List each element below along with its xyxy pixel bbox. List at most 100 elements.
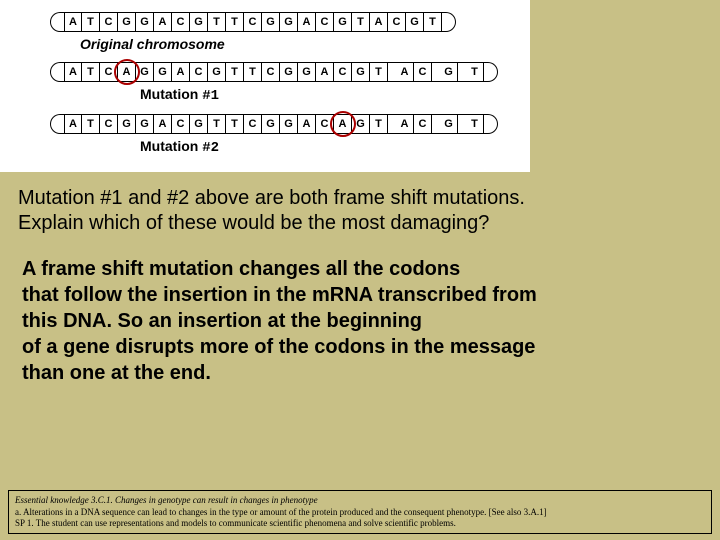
dna-base: C [190,62,208,82]
dna-base: A [154,114,172,134]
answer-text: A frame shift mutation changes all the c… [0,246,720,396]
dna-base: G [334,12,352,32]
dna-base: G [440,114,458,134]
original-chromosome: ATCGGACGTTCGGACGTACGT [50,12,530,32]
dna-base: C [316,114,334,134]
dna-base: G [208,62,226,82]
dna-base: A [298,12,316,32]
dna-base: T [82,12,100,32]
dna-base: G [280,62,298,82]
footer-line-a: a. Alterations in a DNA sequence can lea… [15,507,705,518]
dna-base: G [406,12,424,32]
base-gap [388,114,396,134]
dna-base: G [118,114,136,134]
footer-line-sp: SP 1. The student can use representation… [15,518,705,529]
dna-base: A [316,62,334,82]
base-gap [432,114,440,134]
dna-base: A [64,62,82,82]
chrom-cap-right [484,114,498,134]
question-line: Explain which of these would be the most… [18,211,702,236]
mutation-label-text: Mutation [140,138,198,154]
answer-line: of a gene disrupts more of the codons in… [22,334,702,360]
dna-base: A [118,62,136,82]
dna-base: G [190,12,208,32]
chrom-cap-left [50,62,64,82]
dna-base: G [136,114,154,134]
dna-base: A [334,114,352,134]
dna-base: G [440,62,458,82]
dna-base: T [226,62,244,82]
dna-base: C [244,12,262,32]
dna-base: A [370,12,388,32]
dna-base: A [298,114,316,134]
dna-base: T [244,62,262,82]
dna-base: G [280,12,298,32]
dna-base: T [466,114,484,134]
dna-base: C [244,114,262,134]
chrom-cap-right [442,12,456,32]
dna-base: G [298,62,316,82]
dna-base: T [82,114,100,134]
dna-base: T [370,62,388,82]
dna-base: C [414,114,432,134]
dna-base: C [100,62,118,82]
dna-base: T [226,114,244,134]
dna-base: G [154,62,172,82]
question-line: Mutation #1 and #2 above are both frame … [18,186,702,211]
base-gap [458,62,466,82]
chromosome-diagram: ATCGGACGTTCGGACGTACGT Original chromosom… [0,0,530,172]
dna-base: T [82,62,100,82]
dna-base: G [136,12,154,32]
chrom-cap-left [50,114,64,134]
dna-base: A [64,114,82,134]
base-gap [432,62,440,82]
mutation-number: #2 [202,140,219,156]
dna-base: C [414,62,432,82]
dna-base: C [388,12,406,32]
dna-base: C [172,114,190,134]
mutation-1-label: Mutation #1 [140,86,530,104]
dna-base: T [424,12,442,32]
dna-base: A [64,12,82,32]
dna-base: G [280,114,298,134]
chrom-cap-right [484,62,498,82]
answer-line: this DNA. So an insertion at the beginni… [22,308,702,334]
dna-base: G [262,114,280,134]
dna-base: C [100,114,118,134]
answer-line: that follow the insertion in the mRNA tr… [22,282,702,308]
dna-base: G [190,114,208,134]
dna-base: C [334,62,352,82]
mutation-2-label: Mutation #2 [140,138,530,156]
dna-base: T [226,12,244,32]
dna-base: T [466,62,484,82]
mutation-1-chromosome: ATCAGGACGTTCGGACGTACGT [50,62,530,82]
mutation-number: #1 [202,88,219,104]
dna-base: G [136,62,154,82]
dna-base: C [100,12,118,32]
base-gap [388,62,396,82]
dna-base: G [262,12,280,32]
base-gap [458,114,466,134]
dna-base: T [208,12,226,32]
chrom-cap-left [50,12,64,32]
dna-base: G [352,62,370,82]
mutation-2-chromosome: ATCGGACGTTCGGACAGTACGT [50,114,530,134]
dna-base: A [396,114,414,134]
dna-base: T [208,114,226,134]
original-label: Original chromosome [80,36,530,52]
dna-base: T [370,114,388,134]
answer-line: A frame shift mutation changes all the c… [22,256,702,282]
standards-footer: Essential knowledge 3.C.1. Changes in ge… [8,490,712,534]
dna-base: A [172,62,190,82]
question-text: Mutation #1 and #2 above are both frame … [0,172,720,246]
dna-base: C [172,12,190,32]
dna-base: A [396,62,414,82]
essential-knowledge: Essential knowledge 3.C.1. Changes in ge… [15,495,705,506]
mutation-label-text: Mutation [140,86,198,102]
dna-base: A [154,12,172,32]
dna-base: G [118,12,136,32]
answer-line: than one at the end. [22,360,702,386]
dna-base: G [352,114,370,134]
dna-base: C [262,62,280,82]
dna-base: T [352,12,370,32]
